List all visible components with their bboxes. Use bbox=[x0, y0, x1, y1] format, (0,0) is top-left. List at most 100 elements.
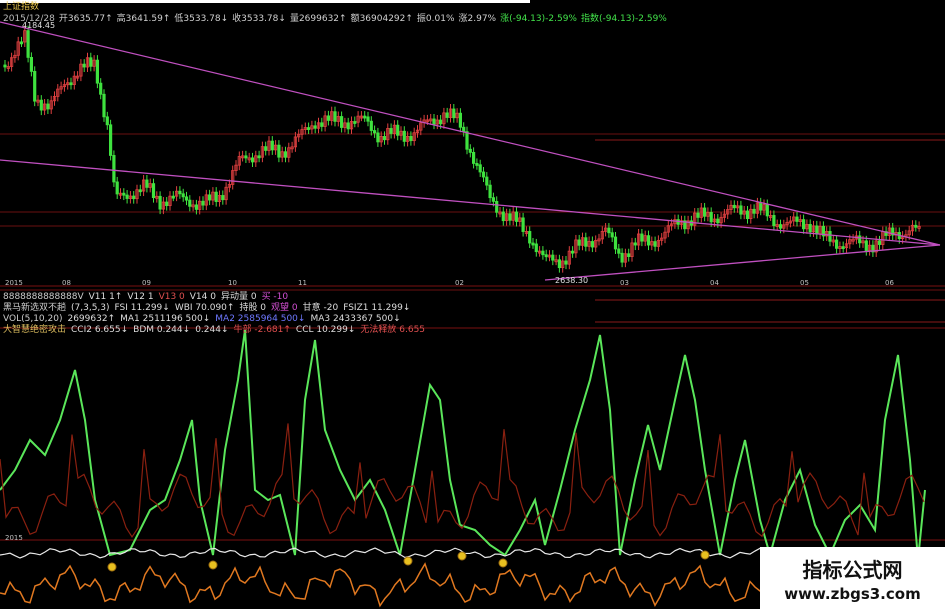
candle-body bbox=[452, 108, 456, 119]
x-axis-label: 2015 bbox=[5, 279, 23, 287]
candle-body bbox=[283, 151, 288, 158]
signal-dot-icon bbox=[498, 558, 508, 568]
candle-body bbox=[828, 231, 832, 242]
indicator-value: 8888888888888V bbox=[3, 292, 84, 302]
candle-body bbox=[132, 195, 136, 200]
candle-body bbox=[841, 246, 845, 249]
candle-body bbox=[501, 211, 505, 222]
trend-line-middle bbox=[0, 159, 941, 246]
indicator-value: 异动量 0 bbox=[220, 292, 257, 302]
candle-body bbox=[39, 99, 43, 111]
indicator-value: V14 0 bbox=[189, 292, 216, 302]
candle-body bbox=[465, 131, 469, 150]
candle-body bbox=[495, 200, 499, 213]
candle-body bbox=[620, 252, 624, 263]
indicator-row: 大智慧绝密攻击 CCI2 6.655↓ BDM 0.244↓ 0.244↓ 牛部 -2.… bbox=[3, 325, 425, 336]
indicator-value: 买 -10 bbox=[261, 292, 289, 302]
candle-body bbox=[89, 57, 93, 67]
indicator-value: VOL(5,10,20) bbox=[3, 314, 63, 324]
indicator-value: 持股 0 bbox=[239, 303, 267, 313]
candle-body bbox=[125, 194, 129, 199]
candle-body bbox=[485, 176, 489, 186]
candle-body bbox=[221, 195, 225, 201]
candle-body bbox=[277, 144, 281, 158]
candle-body bbox=[29, 56, 34, 72]
signal-dot-icon bbox=[457, 551, 467, 561]
candle-body bbox=[3, 64, 7, 68]
candle-body bbox=[326, 115, 331, 121]
candle-body bbox=[521, 217, 525, 232]
candle-body bbox=[409, 135, 413, 142]
indicator-value: 观望 0 bbox=[271, 303, 298, 313]
red-oscillator-line bbox=[0, 423, 925, 539]
candle-body bbox=[19, 41, 24, 45]
signal-dot-icon bbox=[403, 556, 413, 566]
signal-dot-icon bbox=[107, 562, 117, 572]
candle-body bbox=[151, 183, 156, 199]
indicator-value: MA3 2433367 500↓ bbox=[310, 314, 401, 324]
indicator-value: V12 1 bbox=[127, 292, 154, 302]
candle-body bbox=[571, 250, 575, 254]
candle-body bbox=[69, 82, 73, 86]
candle-body bbox=[835, 239, 839, 249]
candle-body bbox=[808, 224, 812, 233]
candle-body bbox=[46, 103, 50, 110]
watermark: 指标公式网 www.zbgs3.com bbox=[760, 547, 945, 609]
indicator-value: MA1 2511196 500↓ bbox=[120, 314, 211, 324]
x-axis-label: 08 bbox=[62, 279, 71, 287]
candle-body bbox=[528, 231, 532, 244]
candle-body bbox=[534, 243, 538, 253]
candle-body bbox=[491, 197, 496, 202]
candle-body bbox=[475, 163, 479, 166]
candle-body bbox=[178, 190, 182, 195]
indicator-value: V11 1↑ bbox=[88, 292, 123, 302]
candle-body bbox=[564, 260, 568, 265]
candle-body bbox=[458, 112, 463, 128]
candle-body bbox=[188, 199, 192, 207]
candle-body bbox=[402, 130, 406, 142]
candle-body bbox=[613, 236, 618, 250]
indicator-value: BDM 0.244↓ bbox=[133, 325, 191, 335]
indicator-value: 无法释放 6.655 bbox=[360, 325, 426, 335]
candle-body bbox=[607, 227, 611, 234]
candle-body bbox=[138, 189, 142, 193]
candle-body bbox=[765, 204, 769, 217]
candle-body bbox=[815, 225, 819, 235]
signal-dot-icon bbox=[700, 550, 710, 560]
candle-body bbox=[462, 126, 466, 133]
candle-body bbox=[264, 146, 268, 151]
candle-body bbox=[382, 136, 387, 141]
indicator-value: 大智慧绝密攻击 bbox=[3, 325, 67, 335]
candle-body bbox=[95, 59, 99, 84]
candle-body bbox=[145, 179, 149, 188]
high-price-label: 4184.45 bbox=[22, 21, 55, 30]
candle-body bbox=[584, 237, 588, 247]
candle-body bbox=[346, 122, 350, 130]
x-axis-label: 11 bbox=[298, 279, 307, 287]
candle-body bbox=[105, 116, 109, 126]
candle-body bbox=[207, 194, 212, 201]
x-axis-label: 02 bbox=[455, 279, 464, 287]
candle-body bbox=[366, 116, 370, 122]
candle-body bbox=[158, 195, 162, 210]
indicator-row: 黑马新选双不趟 (7,3,5,3) FSI 11.299↓ WBI 70.090↑ 持股… bbox=[3, 303, 425, 314]
candle-body bbox=[270, 140, 274, 151]
indicator-value: WBI 70.090↑ bbox=[174, 303, 235, 313]
indicator-value: CCL 10.299↓ bbox=[295, 325, 356, 335]
indicator-value: CCI2 6.655↓ bbox=[71, 325, 129, 335]
candle-body bbox=[194, 204, 198, 210]
candle-body bbox=[396, 124, 400, 136]
candle-body bbox=[471, 151, 476, 164]
candle-body bbox=[320, 122, 324, 127]
candle-body bbox=[716, 218, 720, 224]
signal-dot-icon bbox=[208, 560, 218, 570]
candle-body bbox=[481, 171, 486, 178]
indicator-value: (7,3,5,3) bbox=[71, 303, 110, 313]
candle-body bbox=[26, 30, 30, 58]
candle-body bbox=[478, 164, 482, 173]
candle-body bbox=[82, 63, 86, 68]
candle-body bbox=[201, 200, 205, 206]
candle-body bbox=[214, 191, 218, 203]
candle-body bbox=[795, 216, 799, 222]
candle-body bbox=[745, 210, 750, 220]
